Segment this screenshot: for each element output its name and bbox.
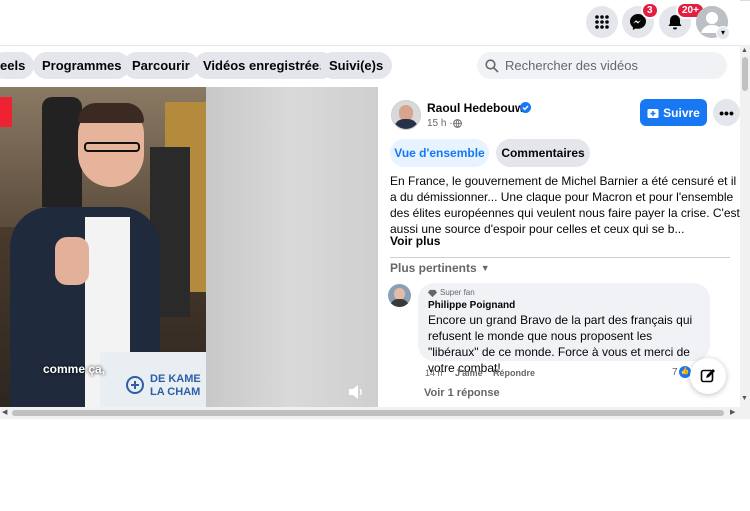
- tab-programmes[interactable]: Programmes: [33, 52, 131, 79]
- search-icon: [485, 58, 499, 73]
- grid-icon: [595, 15, 609, 29]
- post-author-name[interactable]: Raoul Hedebouw: [427, 101, 524, 115]
- post-timestamp[interactable]: 15 h ·: [427, 118, 453, 129]
- chevron-down-icon: ▼: [480, 263, 490, 273]
- comment-time[interactable]: 14 h: [425, 368, 443, 378]
- tab-reels[interactable]: eels: [0, 52, 35, 79]
- parliament-logo-icon: [126, 376, 144, 394]
- search-placeholder: Rechercher des vidéos: [505, 58, 638, 73]
- scroll-thumb[interactable]: [742, 57, 748, 91]
- volume-icon: [349, 385, 362, 399]
- tab-parcourir-label: Parcourir: [132, 58, 190, 73]
- tab-following[interactable]: Suivi(e)s: [320, 52, 393, 79]
- scroll-thumb-horizontal[interactable]: [12, 410, 724, 416]
- tab-comments-label: Commentaires: [501, 146, 585, 160]
- tab-programmes-label: Programmes: [42, 58, 122, 73]
- comment-sort-label: Plus pertinents: [390, 261, 477, 275]
- tab-overview-label: Vue d'ensemble: [394, 146, 485, 160]
- podium-text-2: LA CHAM: [150, 386, 201, 398]
- author-avatar[interactable]: [391, 100, 421, 130]
- scroll-down-arrow[interactable]: ▼: [741, 395, 748, 402]
- comment-author[interactable]: Philippe Poignand: [428, 300, 515, 311]
- account-button[interactable]: ▾: [696, 6, 730, 40]
- scroll-up-arrow[interactable]: ▲: [741, 47, 748, 54]
- menu-grid-button[interactable]: [586, 6, 618, 38]
- follow-page-icon: [647, 108, 659, 118]
- comment-text: Encore un grand Bravo de la part des fra…: [428, 313, 693, 375]
- tab-saved-videos[interactable]: Vidéos enregistrées: [194, 52, 336, 79]
- notifications-button[interactable]: 20+: [659, 2, 705, 38]
- top-navigation-bar: 3 20+ ▾: [0, 0, 740, 46]
- see-more-link[interactable]: Voir plus: [390, 234, 440, 248]
- more-options-icon: •••: [719, 104, 734, 121]
- post-options-button[interactable]: •••: [713, 99, 740, 126]
- tab-saved-videos-label: Vidéos enregistrées: [203, 58, 327, 73]
- comment-like-button[interactable]: J'aime: [455, 368, 483, 378]
- chevron-down-icon: ▾: [716, 26, 730, 40]
- video-player[interactable]: DE KAME LA CHAM comme ça,: [0, 87, 378, 407]
- comment-sort-dropdown[interactable]: Plus pertinents ▼: [390, 261, 490, 275]
- tab-following-label: Suivi(e)s: [329, 58, 384, 73]
- tab-reels-label: eels: [0, 58, 26, 73]
- video-subtitle: comme ça,: [43, 362, 106, 376]
- scroll-left-arrow[interactable]: ◀: [2, 408, 7, 416]
- messenger-button[interactable]: 3: [622, 2, 659, 38]
- tab-overview[interactable]: Vue d'ensemble: [390, 139, 489, 167]
- view-replies-link[interactable]: Voir 1 réponse: [424, 387, 500, 399]
- post-text: En France, le gouvernement de Michel Bar…: [390, 174, 740, 236]
- scroll-right-arrow[interactable]: ▶: [730, 408, 735, 416]
- video-frame: DE KAME LA CHAM comme ça,: [0, 87, 210, 407]
- comment-reply-button[interactable]: Répondre: [493, 368, 535, 378]
- video-blurred-area: [206, 87, 378, 407]
- comment-bubble: Super fan Philippe Poignand Encore un gr…: [418, 283, 710, 375]
- vertical-scrollbar[interactable]: ▲ ▼: [740, 45, 750, 407]
- podium-text-1: DE KAME: [150, 373, 201, 385]
- follow-label: Suivre: [663, 105, 700, 120]
- video-search-field[interactable]: Rechercher des vidéos: [477, 52, 727, 79]
- follow-button[interactable]: Suivre: [640, 99, 707, 126]
- compose-message-button[interactable]: [690, 358, 726, 394]
- globe-icon: [453, 119, 462, 128]
- tab-comments[interactable]: Commentaires: [496, 139, 590, 167]
- post-side-panel: Raoul Hedebouw 15 h · Suivre ••• Vue d'e…: [379, 87, 740, 407]
- mute-button[interactable]: [346, 382, 366, 402]
- video-subnav: eels Programmes Parcourir Vidéos enregis…: [0, 46, 740, 86]
- horizontal-scrollbar[interactable]: ◀ ▶: [0, 407, 750, 419]
- messenger-badge: 3: [641, 2, 659, 19]
- diamond-icon: [428, 289, 437, 298]
- divider: [390, 257, 730, 258]
- commenter-avatar[interactable]: [388, 284, 411, 307]
- comment-reaction-count[interactable]: 7: [672, 367, 678, 378]
- compose-icon: [700, 369, 715, 383]
- verified-badge-icon: [520, 102, 531, 113]
- super-fan-badge: Super fan: [440, 288, 475, 297]
- tab-parcourir[interactable]: Parcourir: [123, 52, 199, 79]
